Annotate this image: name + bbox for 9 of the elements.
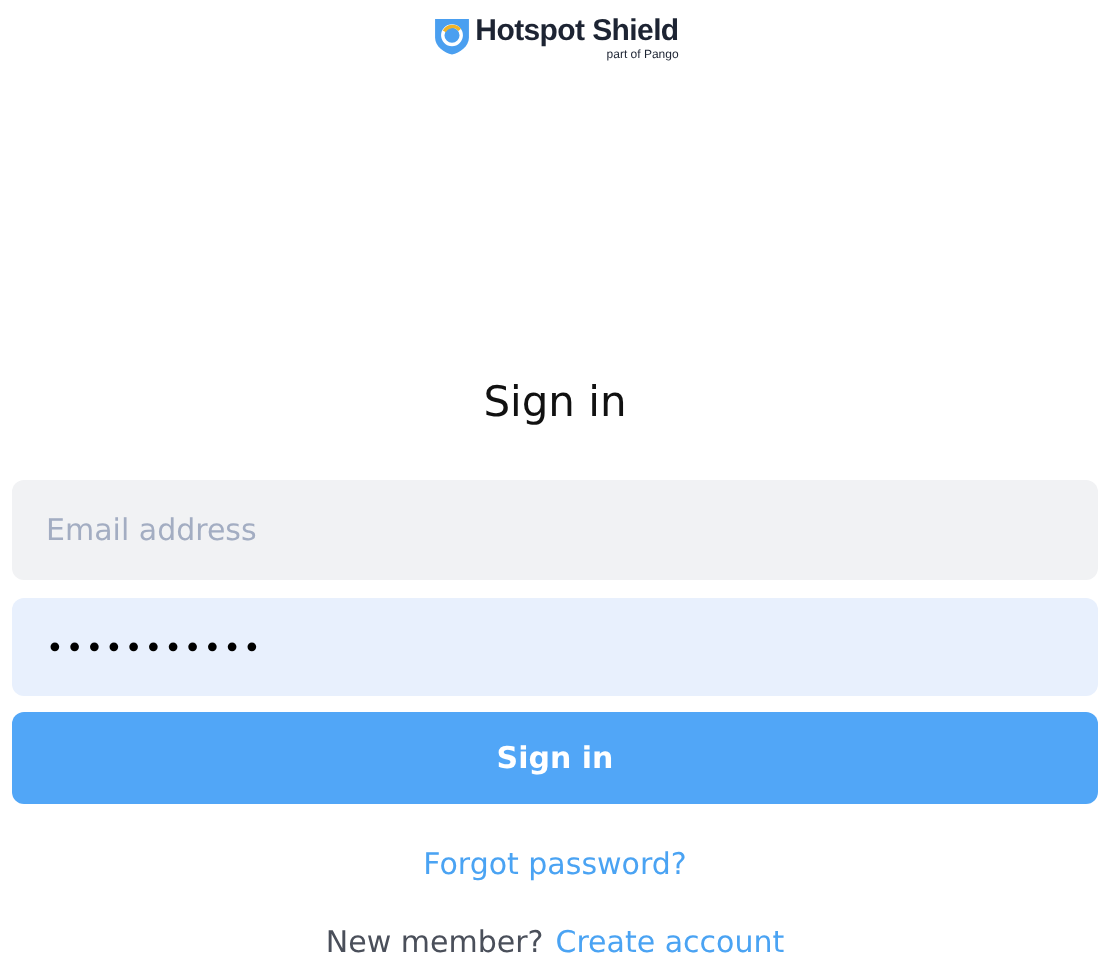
shield-logo-icon bbox=[431, 16, 472, 56]
email-field[interactable]: Email address bbox=[12, 480, 1098, 580]
create-account-link[interactable]: Create account bbox=[555, 922, 785, 956]
logo-wordmark: Hotspot Shield bbox=[475, 14, 679, 49]
page-title: Sign in bbox=[483, 376, 627, 430]
signup-prompt: New member? bbox=[325, 922, 544, 956]
sign-in-button[interactable]: Sign in bbox=[12, 712, 1098, 804]
password-field[interactable]: ••••••••••• bbox=[12, 598, 1098, 696]
forgot-password-link[interactable]: Forgot password? bbox=[423, 844, 687, 884]
